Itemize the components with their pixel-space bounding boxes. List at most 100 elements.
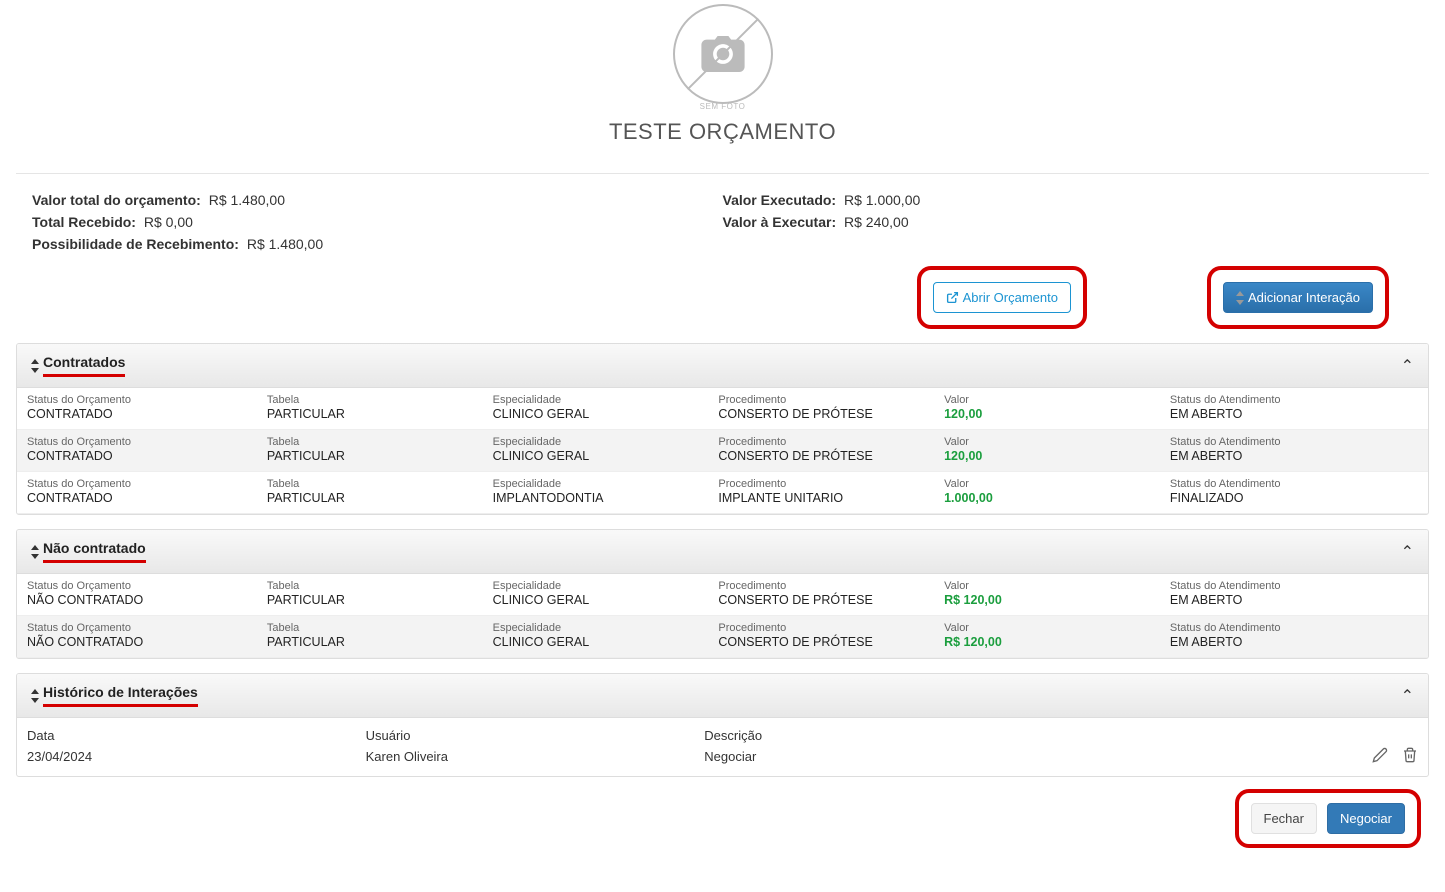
cell-label: Procedimento [718,436,924,448]
table-cell: ProcedimentoCONSERTO DE PRÓTESE [708,430,934,472]
profile-section: SEM FOTO TESTE ORÇAMENTO [8,0,1437,145]
cell-label: Procedimento [718,622,924,634]
cell-value: FINALIZADO [1170,491,1418,505]
cell-value: NÃO CONTRATADO [27,593,247,607]
panel-title-historico: Histórico de Interações [43,684,198,707]
table-cell: TabelaPARTICULAR [257,574,483,616]
table-cell: Status do AtendimentoEM ABERTO [1160,430,1428,472]
cell-label: Especialidade [493,622,699,634]
chevron-up-icon[interactable]: ⌃ [1401,356,1414,376]
adicionar-interacao-button[interactable]: Adicionar Interação [1223,282,1373,313]
sort-icon [1236,291,1244,305]
highlight-footer-buttons: Fechar Negociar [1235,789,1422,848]
hist-header-descricao: Descrição [694,718,1287,745]
cell-label: Status do Atendimento [1170,622,1418,634]
table-row: Status do OrçamentoCONTRATADOTabelaPARTI… [17,388,1428,430]
cell-label: Valor [944,622,1150,634]
edit-icon[interactable] [1370,747,1388,765]
cell-value: IMPLANTODONTIA [493,491,699,505]
cell-value: CONSERTO DE PRÓTESE [718,449,924,463]
table-contratados: Status do OrçamentoCONTRATADOTabelaPARTI… [17,388,1428,514]
chevron-up-icon[interactable]: ⌃ [1401,686,1414,706]
cell-value: EM ABERTO [1170,407,1418,421]
summary-right: Valor Executado: R$ 1.000,00 Valor à Exe… [723,192,1414,258]
adicionar-interacao-label: Adicionar Interação [1248,290,1360,305]
table-cell: EspecialidadeCLINICO GERAL [483,574,709,616]
valor-executado-label: Valor Executado: [723,192,837,208]
table-cell: ValorR$ 120,00 [934,616,1160,658]
table-cell: Status do OrçamentoNÃO CONTRATADO [17,574,257,616]
table-row: Status do OrçamentoCONTRATADOTabelaPARTI… [17,472,1428,514]
table-cell: TabelaPARTICULAR [257,430,483,472]
valor-total-label: Valor total do orçamento: [32,192,201,208]
hist-actions-cell [1287,745,1428,776]
table-row: 23/04/2024Karen OliveiraNegociar [17,745,1428,776]
cell-value: PARTICULAR [267,449,473,463]
valor-a-executar-label: Valor à Executar: [723,214,837,230]
cell-value: CLINICO GERAL [493,635,699,649]
cell-label: Tabela [267,622,473,634]
cell-value: CONTRATADO [27,449,247,463]
cell-value: CLINICO GERAL [493,449,699,463]
cell-label: Valor [944,580,1150,592]
cell-label: Status do Orçamento [27,622,247,634]
table-cell: Valor120,00 [934,388,1160,430]
hist-cell-data: 23/04/2024 [17,745,356,776]
valor-a-executar-value: R$ 240,00 [844,214,909,230]
cell-label: Status do Atendimento [1170,436,1418,448]
cell-label: Valor [944,478,1150,490]
table-cell: ValorR$ 120,00 [934,574,1160,616]
cell-label: Especialidade [493,580,699,592]
table-cell: Status do OrçamentoCONTRATADO [17,388,257,430]
summary-section: Valor total do orçamento: R$ 1.480,00 To… [8,192,1437,258]
cell-value: 1.000,00 [944,491,1150,505]
cell-label: Especialidade [493,436,699,448]
hist-header-usuario: Usuário [356,718,695,745]
cell-label: Tabela [267,478,473,490]
cell-label: Especialidade [493,394,699,406]
cell-value: CONSERTO DE PRÓTESE [718,593,924,607]
cell-label: Tabela [267,580,473,592]
table-row: Status do OrçamentoNÃO CONTRATADOTabelaP… [17,616,1428,658]
cell-label: Status do Atendimento [1170,478,1418,490]
cell-value: 120,00 [944,407,1150,421]
cell-value: R$ 120,00 [944,635,1150,649]
cell-value: CONTRATADO [27,491,247,505]
cell-value: CONSERTO DE PRÓTESE [718,635,924,649]
table-cell: ProcedimentoCONSERTO DE PRÓTESE [708,574,934,616]
cell-label: Tabela [267,394,473,406]
table-cell: Status do AtendimentoFINALIZADO [1160,472,1428,514]
fechar-button[interactable]: Fechar [1251,803,1317,834]
summary-left: Valor total do orçamento: R$ 1.480,00 To… [32,192,723,258]
panel-header-historico[interactable]: Histórico de Interações ⌃ [17,674,1428,718]
cell-label: Procedimento [718,394,924,406]
table-cell: Status do OrçamentoNÃO CONTRATADO [17,616,257,658]
valor-executado-value: R$ 1.000,00 [844,192,920,208]
total-recebido-label: Total Recebido: [32,214,136,230]
table-nao-contratado: Status do OrçamentoNÃO CONTRATADOTabelaP… [17,574,1428,658]
table-cell: ProcedimentoCONSERTO DE PRÓTESE [708,388,934,430]
table-cell: TabelaPARTICULAR [257,388,483,430]
highlight-abrir-orcamento: Abrir Orçamento [917,266,1087,329]
total-recebido-value: R$ 0,00 [144,214,193,230]
chevron-up-icon[interactable]: ⌃ [1401,542,1414,562]
table-cell: ProcedimentoIMPLANTE UNITARIO [708,472,934,514]
hist-cell-usuario: Karen Oliveira [356,745,695,776]
table-cell: TabelaPARTICULAR [257,472,483,514]
panel-header-nao-contratado[interactable]: Não contratado ⌃ [17,530,1428,574]
cell-label: Procedimento [718,580,924,592]
table-cell: Status do AtendimentoEM ABERTO [1160,388,1428,430]
panel-header-contratados[interactable]: Contratados ⌃ [17,344,1428,388]
negociar-button[interactable]: Negociar [1327,803,1405,834]
cell-label: Valor [944,394,1150,406]
table-cell: TabelaPARTICULAR [257,616,483,658]
sort-icon [31,359,39,373]
cell-label: Tabela [267,436,473,448]
cell-value: CONSERTO DE PRÓTESE [718,407,924,421]
table-cell: EspecialidadeCLINICO GERAL [483,616,709,658]
trash-icon[interactable] [1400,747,1418,765]
abrir-orcamento-button[interactable]: Abrir Orçamento [933,282,1071,313]
panel-title-nao-contratado: Não contratado [43,540,146,563]
cell-label: Status do Orçamento [27,394,247,406]
divider [16,173,1429,174]
